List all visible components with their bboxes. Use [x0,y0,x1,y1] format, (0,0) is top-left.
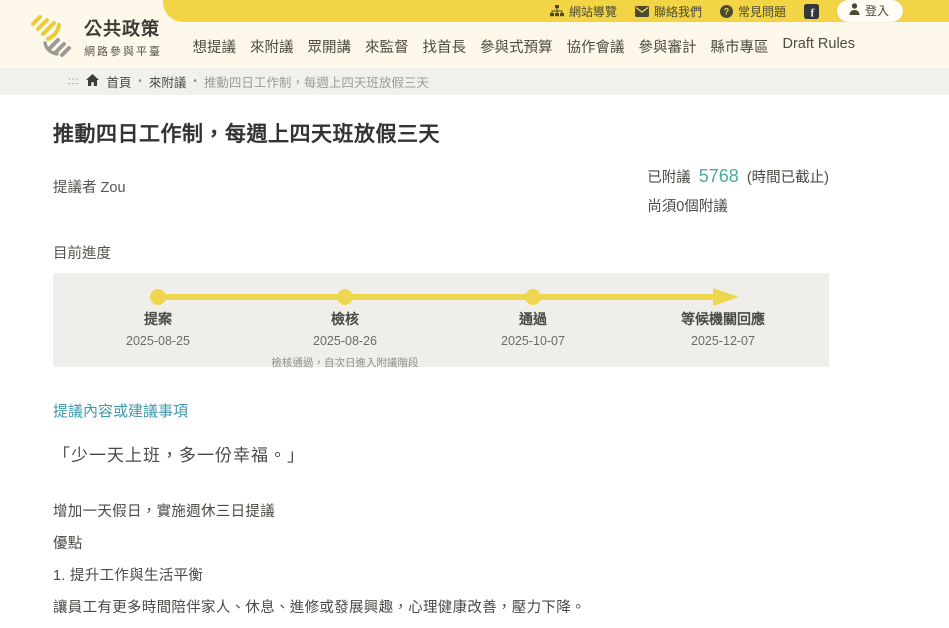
progress-label: 目前進度 [53,242,829,263]
brand-subtitle: 網路參與平臺 [84,43,162,59]
stage-date: 2025-12-07 [603,334,843,348]
sitemap-icon [550,5,564,17]
timeline-stage-awaiting-response: 等候機關回應 2025-12-07 [603,309,843,348]
login-button[interactable]: 登入 [837,0,903,22]
breadcrumb-endorse[interactable]: 來附議 [149,72,187,91]
login-label: 登入 [865,2,889,19]
question-icon: ? [720,5,733,18]
nav-item-collaboration[interactable]: 協作會議 [566,36,624,57]
accessibility-anchor: ::: [68,76,79,87]
nav-item-supervise[interactable]: 來監督 [365,36,409,57]
nav-item-audit[interactable]: 參與審計 [638,36,696,57]
endorsement-stats: 已附議 5768 (時間已截止) 尚須0個附議 [647,166,829,216]
main-content: 推動四日工作制，每週上四天班放假三天 提議者 Zou 已附議 5768 (時間已… [53,118,829,628]
home-icon[interactable] [86,74,99,89]
join-platform-logo-icon [28,10,74,63]
endorsed-label: 已附議 [647,170,691,186]
svg-text:?: ? [724,6,730,16]
brand-title: 公共政策 [84,15,162,41]
stage-name: 等候機關回應 [603,309,843,329]
proposer: 提議者 Zou [53,166,126,197]
nav-item-draft-rules[interactable]: Draft Rules [782,36,855,57]
user-icon [849,3,860,18]
proposal-quote: 「少一天上班，多一份幸福。」 [53,441,829,466]
contact-label: 聯絡我們 [654,3,702,20]
body-paragraph: 優點 [53,534,829,555]
faq-link[interactable]: ? 常見問題 [720,3,786,20]
sitemap-label: 網站導覽 [569,3,617,20]
facebook-link[interactable]: f [804,4,819,19]
nav-item-mayors[interactable]: 找首長 [422,36,466,57]
proposer-label: 提議者 [53,180,97,196]
nav-item-endorse[interactable]: 來附議 [250,36,294,57]
site-logo[interactable]: 公共政策 網路參與平臺 [28,10,162,63]
breadcrumb-current: 推動四日工作制，每週上四天班放假三天 [204,72,429,91]
proposal-body: 增加一天假日，實施週休三日提議 優點 1. 提升工作與生活平衡 讓員工有更多時間… [53,502,829,628]
svg-text:f: f [810,7,814,18]
nav-item-participatory-budget[interactable]: 參與式預算 [480,36,553,57]
nav-item-propose[interactable]: 想提議 [192,36,236,57]
nav-item-talks[interactable]: 眾開講 [307,36,351,57]
sitemap-link[interactable]: 網站導覽 [550,3,617,20]
main-nav: 想提議 來附議 眾開講 來監督 找首長 參與式預算 協作會議 參與審計 縣市專區… [192,36,855,57]
body-paragraph: 1. 提升工作與生活平衡 [53,566,829,587]
contact-link[interactable]: 聯絡我們 [635,3,702,20]
progress-timeline: 提案 2025-08-25 檢核 2025-08-26 檢核通過，自次日進入附議… [53,273,829,367]
mail-icon [635,6,649,17]
utility-bar: 網站導覽 聯絡我們 ? 常見問題 f 登入 [163,0,949,22]
proposal-title: 推動四日工作制，每週上四天班放假三天 [53,118,829,148]
stage-note: 檢核通過，自次日進入附議階段 [225,355,465,370]
site-header: 網站導覽 聯絡我們 ? 常見問題 f 登入 [0,0,949,68]
faq-label: 常見問題 [738,3,786,20]
facebook-icon: f [804,4,819,19]
endorsement-count: 5768 [699,166,739,186]
breadcrumb: ::: 首頁 • 來附議 • 推動四日工作制，每週上四天班放假三天 [0,68,949,95]
body-paragraph: 讓員工有更多時間陪伴家人、休息、進修或發展興趣，心理健康改善，壓力下降。 [53,598,829,619]
remaining-endorsements: 尚須0個附議 [647,195,829,216]
nav-item-county-zone[interactable]: 縣市專區 [710,36,768,57]
breadcrumb-home[interactable]: 首頁 [106,72,131,91]
deadline-note: (時間已截止) [747,170,829,186]
breadcrumb-separator: • [138,76,142,87]
section-heading-proposal-content[interactable]: 提議內容或建議事項 [53,400,829,421]
brand-text: 公共政策 網路參與平臺 [84,15,162,59]
proposer-name: Zou [101,180,126,196]
body-paragraph: 增加一天假日，實施週休三日提議 [53,502,829,523]
breadcrumb-separator: • [193,76,197,87]
